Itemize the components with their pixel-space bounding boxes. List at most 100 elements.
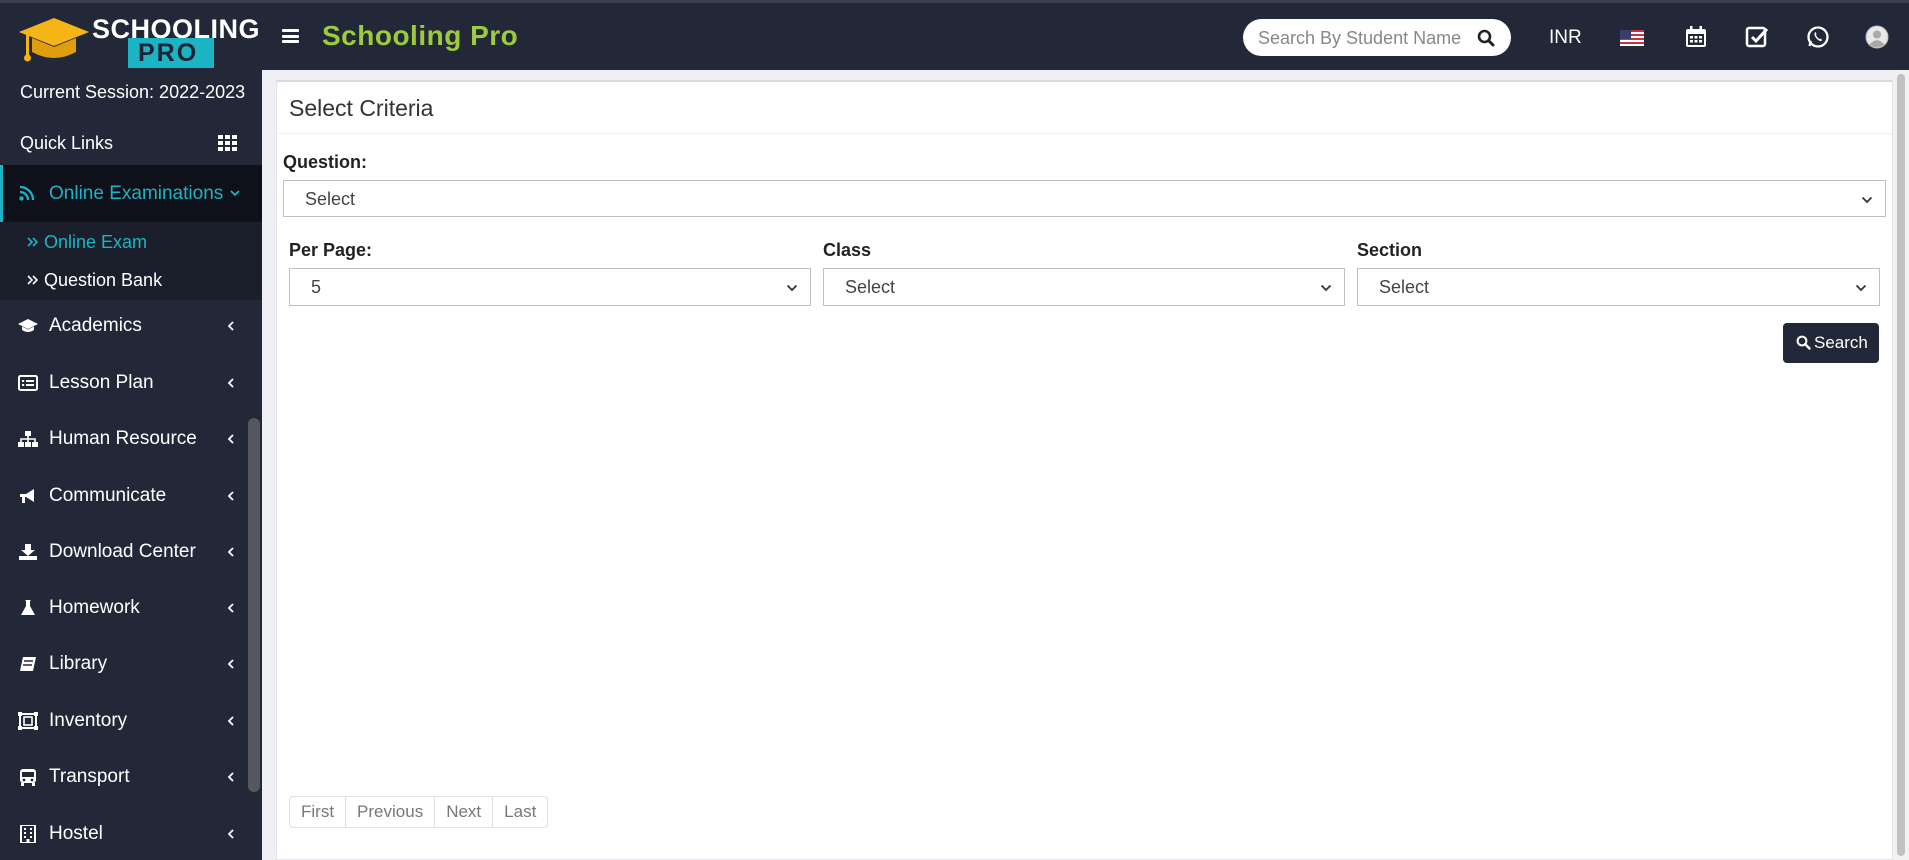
chevron-left-icon (227, 547, 234, 557)
list-alt-icon (18, 375, 38, 391)
pagination-previous[interactable]: Previous (346, 797, 436, 827)
bus-icon (20, 769, 36, 786)
sidebar-item-label: Download Center (49, 541, 196, 562)
book-icon (20, 657, 36, 671)
logo-text-pro: PRO (128, 38, 215, 68)
chevron-left-icon (227, 491, 234, 501)
search-icon (1796, 335, 1811, 350)
chevron-left-icon (227, 716, 234, 726)
quick-links-label[interactable]: Quick Links (20, 133, 113, 154)
current-session[interactable]: Current Session: 2022-2023 (20, 82, 245, 103)
chevron-down-icon (1861, 196, 1873, 204)
pagination: First Previous Next Last (289, 796, 549, 828)
panel-header: Select Criteria (277, 82, 1892, 134)
sidebar-item-label: Lesson Plan (49, 372, 154, 393)
section-select[interactable]: Select (1357, 268, 1880, 306)
student-search-box (1243, 19, 1511, 56)
chevron-down-icon (1320, 284, 1332, 292)
sidebar-item-academics[interactable]: Academics (0, 298, 245, 354)
sidebar-item-communicate[interactable]: Communicate (0, 468, 245, 524)
sidebar-item-online-examinations[interactable]: Online Examinations (0, 165, 262, 222)
sidebar-item-label: Transport (49, 766, 130, 787)
graduation-cap-logo-icon (19, 18, 89, 62)
chevron-left-icon (227, 659, 234, 669)
sidebar-item-hostel[interactable]: Hostel (0, 806, 245, 860)
question-select-value: Select (305, 189, 356, 209)
sidebar-subitem-label: Online Exam (44, 232, 148, 252)
chevron-left-icon (227, 434, 234, 444)
search-button-label: Search (1814, 333, 1868, 352)
chevron-left-icon (227, 772, 234, 782)
sidebar-item-label: Academics (49, 315, 142, 336)
sidebar-item-label: Hostel (49, 823, 103, 844)
sidebar-scrollbar[interactable] (248, 418, 260, 792)
sidebar-subitem-question-bank[interactable]: Question Bank (26, 270, 162, 291)
bullhorn-icon (20, 489, 34, 503)
class-label: Class (823, 240, 872, 260)
grid-icon[interactable] (218, 135, 237, 151)
inventory-icon (18, 712, 38, 730)
chevron-down-icon (1855, 284, 1867, 292)
page-scrollbar[interactable] (1893, 70, 1909, 860)
currency-selector[interactable]: INR (1549, 27, 1582, 49)
double-chevron-right-icon (27, 237, 39, 247)
chevron-down-icon (786, 284, 798, 292)
sidebar-item-download-center[interactable]: Download Center (0, 524, 245, 580)
chevron-left-icon (227, 829, 234, 839)
building-icon (20, 825, 36, 843)
sidebar-item-label: Inventory (49, 710, 128, 731)
class-select-value: Select (845, 277, 896, 297)
sidebar-subitem-label: Question Bank (44, 270, 163, 290)
us-flag-icon[interactable] (1620, 30, 1644, 46)
per-page-label: Per Page: (289, 240, 373, 260)
logo[interactable]: SCHOOLING PRO (18, 8, 260, 68)
per-page-select[interactable]: 5 (289, 268, 811, 306)
sidebar-subitem-online-exam[interactable]: Online Exam (26, 232, 147, 253)
graduation-cap-icon (18, 319, 38, 332)
chevron-down-icon (230, 190, 240, 197)
download-icon (19, 544, 37, 560)
chevron-left-icon (227, 378, 234, 388)
chevron-left-icon (227, 321, 234, 331)
rss-icon (19, 185, 35, 201)
sidebar-item-library[interactable]: Library (0, 636, 245, 692)
sidebar-item-transport[interactable]: Transport (0, 749, 245, 805)
class-select[interactable]: Select (823, 268, 1345, 306)
page-scrollbar-thumb[interactable] (1897, 74, 1905, 856)
select-criteria-panel: Select Criteria Question: Select Per Pag… (276, 80, 1893, 860)
sidebar-item-label: Homework (49, 597, 140, 618)
sidebar-item-lesson-plan[interactable]: Lesson Plan (0, 355, 245, 411)
sidebar-item-label: Online Examinations (49, 183, 224, 204)
check-square-icon[interactable] (1745, 25, 1769, 49)
sidebar-item-homework[interactable]: Homework (0, 580, 245, 636)
sidebar-item-label: Communicate (49, 485, 167, 506)
question-label: Question: (283, 152, 367, 172)
sidebar-item-human-resource[interactable]: Human Resource (0, 411, 245, 467)
sidebar: Current Session: 2022-2023 Quick Links O… (0, 70, 262, 860)
section-label: Section (1357, 240, 1423, 260)
question-select[interactable]: Select (283, 180, 1886, 217)
chevron-left-icon (227, 603, 234, 613)
per-page-select-value: 5 (311, 277, 322, 297)
calendar-icon[interactable] (1684, 25, 1708, 49)
sidebar-submenu: Online Exam Question Bank (0, 222, 262, 300)
top-navbar: SCHOOLING PRO Schooling Pro INR (0, 0, 1909, 70)
section-select-value: Select (1379, 277, 1430, 297)
sitemap-icon (18, 431, 38, 447)
double-chevron-right-icon (27, 275, 39, 285)
whatsapp-icon[interactable] (1806, 25, 1830, 49)
pagination-last[interactable]: Last (493, 797, 547, 827)
sidebar-item-label: Library (49, 653, 108, 674)
sidebar-item-inventory[interactable]: Inventory (0, 693, 245, 749)
pagination-first[interactable]: First (290, 797, 347, 827)
sidebar-item-label: Human Resource (49, 428, 197, 449)
panel-title: Select Criteria (289, 95, 434, 121)
flask-icon (21, 600, 35, 615)
app-title: Schooling Pro (322, 20, 519, 51)
student-search-input[interactable] (1258, 27, 1468, 49)
search-icon[interactable] (1477, 29, 1495, 47)
hamburger-menu-icon[interactable] (282, 29, 299, 43)
user-avatar-icon[interactable] (1865, 25, 1889, 49)
pagination-next[interactable]: Next (435, 797, 494, 827)
search-button[interactable]: Search (1783, 323, 1879, 363)
